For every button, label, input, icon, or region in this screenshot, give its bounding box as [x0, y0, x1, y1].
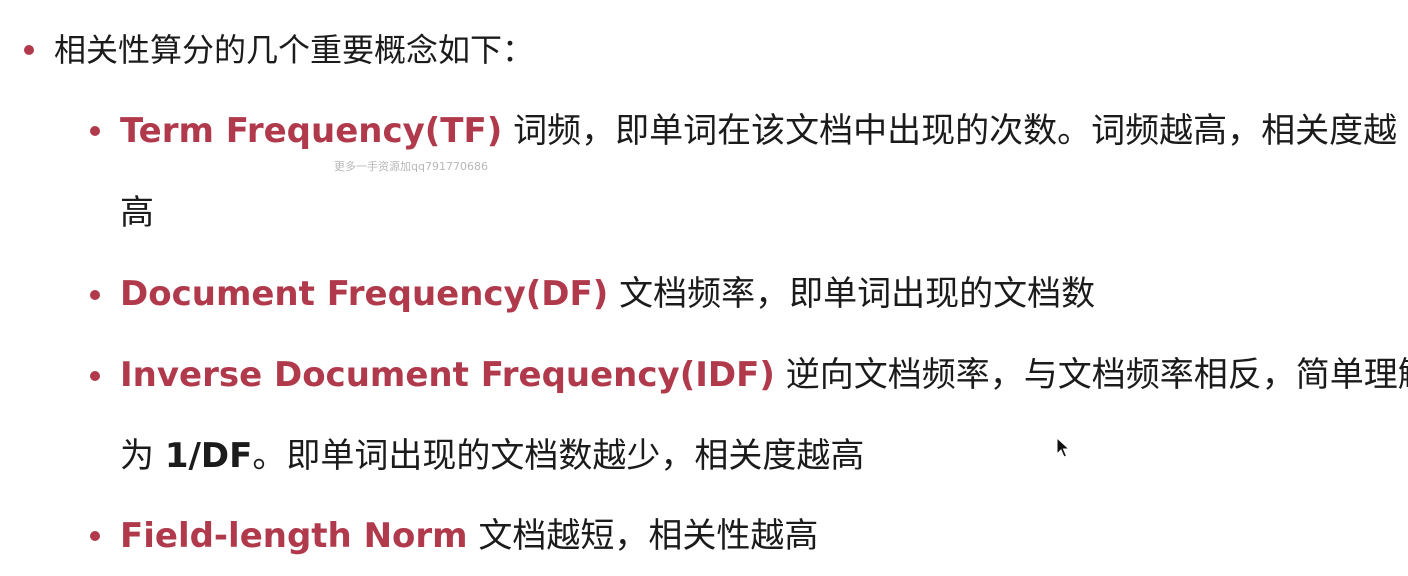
list-item-tf: Term Frequency(TF) 词频，即单词在该文档中出现的次数。词频越高…: [120, 111, 1397, 151]
description-idf-line1: 逆向文档频率，与文档频率相反，简单理解: [774, 355, 1408, 395]
description-tf-line2: 高: [120, 193, 154, 233]
description-tf-line1: 词频，即单词在该文档中出现的次数。词频越高，相关度越: [502, 111, 1398, 151]
watermark-text: 更多一手资源加qq791770686: [334, 160, 488, 173]
description-df: 文档频率，即单词出现的文档数: [608, 274, 1096, 314]
list-item-df: Document Frequency(DF) 文档频率，即单词出现的文档数: [120, 274, 1095, 314]
section-heading: 相关性算分的几个重要概念如下：: [54, 30, 534, 70]
bullet-dot-icon: [24, 45, 34, 55]
mouse-cursor-icon: [1056, 437, 1070, 458]
description-field-length-norm: 文档越短，相关性越高: [467, 516, 819, 556]
term-tf: Term Frequency(TF): [120, 111, 503, 151]
list-item-tf-continuation: 高: [120, 193, 154, 233]
description-idf-prefix: 为: [120, 436, 165, 476]
term-df: Document Frequency(DF): [120, 274, 609, 314]
list-item-field-length-norm: Field-length Norm 文档越短，相关性越高: [120, 516, 818, 556]
bullet-dot-icon: [90, 126, 100, 136]
bullet-dot-icon: [90, 290, 100, 300]
term-idf: Inverse Document Frequency(IDF): [120, 355, 775, 395]
section-heading-text: 相关性算分的几个重要概念如下：: [54, 31, 535, 69]
bullet-dot-icon: [90, 531, 100, 541]
list-item-idf-continuation: 为 1/DF。即单词出现的文档数越少，相关度越高: [120, 436, 864, 476]
bullet-dot-icon: [90, 371, 100, 381]
list-item-idf: Inverse Document Frequency(IDF) 逆向文档频率，与…: [120, 355, 1408, 395]
term-field-length-norm: Field-length Norm: [120, 516, 468, 556]
description-idf-line2: 。即单词出现的文档数越少，相关度越高: [252, 436, 865, 476]
description-idf-formula: 1/DF: [164, 436, 253, 476]
